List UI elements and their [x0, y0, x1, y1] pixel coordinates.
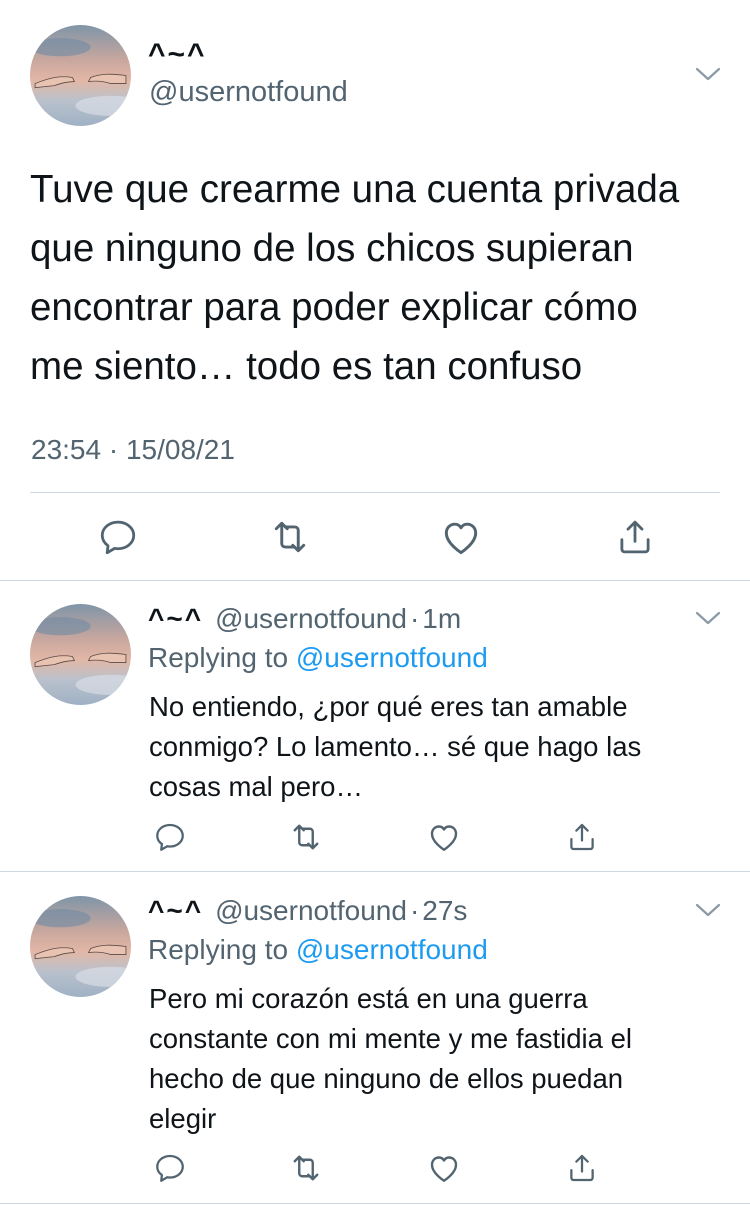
share-icon	[565, 820, 599, 854]
display-name[interactable]: ^~^	[148, 38, 207, 72]
like-button[interactable]	[437, 513, 485, 561]
separator: ·	[409, 603, 420, 634]
retweet-button[interactable]	[286, 817, 326, 857]
avatar-image	[30, 604, 131, 705]
like-icon	[426, 1150, 462, 1186]
retweet-button[interactable]	[266, 513, 314, 561]
retweet-icon	[268, 515, 312, 559]
avatar-image	[30, 25, 131, 126]
reply-header: ^~^ @usernotfound · 27s	[148, 895, 467, 927]
separator: ·	[409, 895, 420, 926]
reply-icon	[153, 820, 187, 854]
avatar[interactable]	[30, 604, 131, 705]
retweet-button[interactable]	[286, 1148, 326, 1188]
reply-text: Pero mi corazón está en una guerra const…	[149, 983, 633, 1134]
avatar[interactable]	[30, 25, 131, 126]
avatar[interactable]	[30, 896, 131, 997]
divider	[0, 1203, 750, 1204]
share-button[interactable]	[611, 513, 659, 561]
retweet-icon	[288, 819, 324, 855]
replying-to-line: Replying to @usernotfound	[148, 642, 488, 674]
reply-icon	[153, 1151, 187, 1185]
user-handle[interactable]: @usernotfound	[215, 603, 407, 634]
divider	[0, 871, 750, 872]
replying-to-link[interactable]: @usernotfound	[296, 642, 488, 673]
chevron-down-icon[interactable]	[693, 900, 723, 920]
reply-icon	[97, 516, 139, 558]
reply-button[interactable]	[150, 817, 190, 857]
tweet-text: Tuve que crearme una cuenta privada que …	[30, 168, 680, 388]
replying-to-line: Replying to @usernotfound	[148, 934, 488, 966]
chevron-down-icon[interactable]	[693, 608, 723, 628]
like-icon	[439, 515, 483, 559]
like-button[interactable]	[424, 1148, 464, 1188]
replying-to-link[interactable]: @usernotfound	[296, 934, 488, 965]
tweet-timestamp[interactable]: 23:54 · 15/08/21	[31, 434, 235, 466]
retweet-icon	[288, 1150, 324, 1186]
share-icon	[614, 516, 656, 558]
avatar-image	[30, 896, 131, 997]
like-button[interactable]	[424, 817, 464, 857]
user-handle[interactable]: @usernotfound	[149, 76, 348, 109]
time-ago[interactable]: 27s	[422, 895, 467, 926]
reply-text: No entiendo, ¿por qué eres tan amable co…	[149, 691, 642, 802]
reply-button[interactable]	[94, 513, 142, 561]
chevron-down-icon[interactable]	[693, 64, 723, 84]
share-icon	[565, 1151, 599, 1185]
display-name[interactable]: ^~^	[148, 603, 203, 634]
user-handle[interactable]: @usernotfound	[215, 895, 407, 926]
reply-header: ^~^ @usernotfound · 1m	[148, 603, 461, 635]
share-button[interactable]	[562, 817, 602, 857]
replying-to-label: Replying to	[148, 642, 289, 673]
time-ago[interactable]: 1m	[422, 603, 461, 634]
divider	[0, 580, 750, 581]
replying-to-label: Replying to	[148, 934, 289, 965]
divider	[30, 492, 720, 493]
reply-button[interactable]	[150, 1148, 190, 1188]
display-name[interactable]: ^~^	[148, 895, 203, 926]
share-button[interactable]	[562, 1148, 602, 1188]
like-icon	[426, 819, 462, 855]
